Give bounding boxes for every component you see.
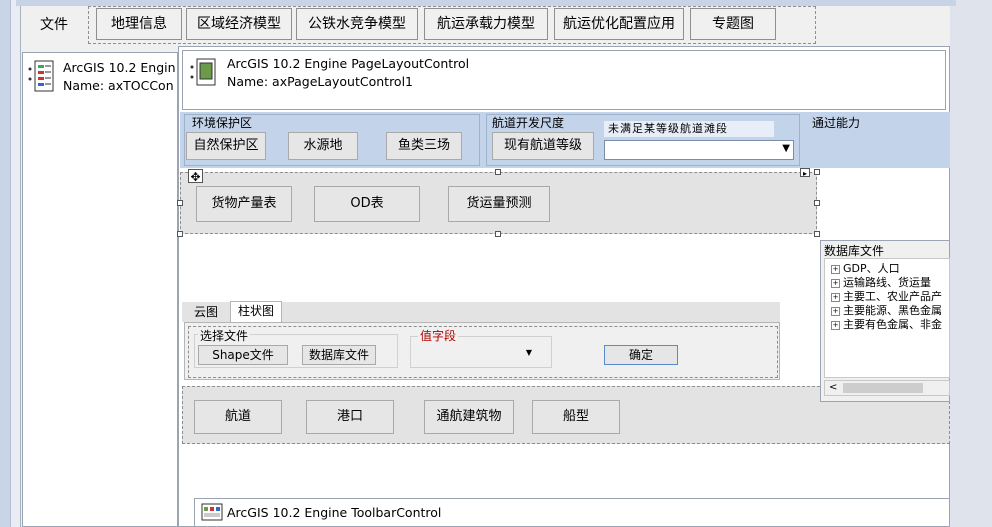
od-table-button[interactable]: OD表 (314, 186, 420, 222)
navigation-structure-button[interactable]: 通航建筑物 (424, 400, 514, 434)
scrollbar-thumb[interactable] (843, 383, 923, 393)
confirm-button[interactable]: 确定 (604, 345, 678, 365)
goods-output-table-button[interactable]: 货物产量表 (196, 186, 292, 222)
toc-control[interactable]: ArcGIS 10.2 Engin Name: axTOCCon (22, 52, 178, 527)
menu-rail-water-competition[interactable]: 公铁水竞争模型 (296, 8, 418, 40)
dropdown-arrow-icon[interactable]: ▼ (526, 348, 532, 357)
smart-tag-icon[interactable]: ▸ (800, 168, 810, 178)
channel-scale-title: 航道开发尺度 (492, 116, 565, 130)
tree-item[interactable]: + GDP、人口 (825, 262, 949, 276)
channel-combo-label: 未满足某等级航道滩段 (604, 121, 774, 137)
resize-handle-bottom[interactable] (495, 231, 501, 237)
value-field-combobox[interactable]: ▼ (414, 346, 536, 364)
nature-reserve-button[interactable]: 自然保护区 (186, 132, 266, 160)
capacity-group-title: 通过能力 (812, 116, 861, 130)
toolbar-control-icon (201, 503, 223, 521)
menu-regional-economy[interactable]: 区域经济模型 (186, 8, 292, 40)
tree-item[interactable]: + 主要能源、黑色金属 (825, 304, 949, 318)
shape-file-button[interactable]: Shape文件 (198, 345, 288, 365)
menu-thematic-map[interactable]: 专题图 (690, 8, 776, 40)
resize-handle-bottom-right[interactable] (814, 231, 820, 237)
chevron-down-icon[interactable]: ▼ (782, 143, 790, 154)
freight-forecast-button[interactable]: 货运量预测 (448, 186, 550, 222)
expand-icon[interactable]: + (831, 264, 840, 274)
window-border (10, 0, 20, 527)
page-layout-name: Name: axPageLayoutControl1 (227, 74, 414, 89)
database-file-title: 数据库文件 (824, 244, 885, 258)
scroll-left-icon[interactable]: < (829, 382, 837, 393)
toc-control-name: Name: axTOCCon (63, 78, 174, 93)
tree-item[interactable]: + 主要工、农业产品产 (825, 290, 949, 304)
menu-shipping-capacity[interactable]: 航运承载力模型 (424, 8, 548, 40)
toolbar-control-title: ArcGIS 10.2 Engine ToolbarControl (227, 505, 442, 520)
expand-icon[interactable]: + (831, 320, 840, 330)
database-tree[interactable]: + GDP、人口 + 运输路线、货运量 + 主要工、农业产品产 + 主要能源、黑色金属 … (824, 258, 950, 378)
waterway-button[interactable]: 航道 (194, 400, 282, 434)
tree-item[interactable]: + 主要有色金属、非金 (825, 318, 949, 332)
tab-bar-chart[interactable]: 柱状图 (230, 301, 282, 323)
resize-handle-bottom-left[interactable] (177, 231, 183, 237)
page-layout-header: ArcGIS 10.2 Engine PageLayoutControl Nam… (182, 50, 946, 110)
expand-icon[interactable]: + (831, 306, 840, 316)
fish-grounds-button[interactable]: 鱼类三场 (386, 132, 462, 160)
menu-geo-info[interactable]: 地理信息 (96, 8, 182, 40)
toolbar-control[interactable]: ArcGIS 10.2 Engine ToolbarControl (194, 498, 950, 527)
toc-control-title: ArcGIS 10.2 Engin (63, 60, 176, 75)
resize-handle-top-right[interactable] (814, 169, 820, 175)
menu-shipping-optimization[interactable]: 航运优化配置应用 (554, 8, 684, 40)
resize-handle-left[interactable] (177, 200, 183, 206)
move-handle-icon[interactable]: ✥ (188, 169, 203, 184)
ship-type-button[interactable]: 船型 (532, 400, 620, 434)
channel-grade-combobox[interactable]: ▼ (604, 140, 794, 160)
port-button[interactable]: 港口 (306, 400, 394, 434)
page-layout-icon (190, 58, 216, 86)
toc-control-icon (28, 60, 54, 92)
page-layout-title: ArcGIS 10.2 Engine PageLayoutControl (227, 56, 470, 71)
file-menu-tab[interactable]: 文件 (24, 8, 84, 42)
tree-horizontal-scrollbar[interactable]: < (824, 380, 950, 396)
database-file-button[interactable]: 数据库文件 (302, 345, 376, 365)
value-field-title: 值字段 (418, 327, 459, 344)
current-channel-grade-button[interactable]: 现有航道等级 (492, 132, 594, 160)
resize-handle-right[interactable] (814, 200, 820, 206)
file-select-title: 选择文件 (198, 327, 251, 344)
env-protection-title: 环境保护区 (192, 116, 253, 130)
tab-cloud-map[interactable]: 云图 (184, 303, 228, 323)
expand-icon[interactable]: + (831, 278, 840, 288)
tree-item[interactable]: + 运输路线、货运量 (825, 276, 949, 290)
water-source-button[interactable]: 水源地 (288, 132, 358, 160)
resize-handle-top[interactable] (495, 169, 501, 175)
expand-icon[interactable]: + (831, 292, 840, 302)
